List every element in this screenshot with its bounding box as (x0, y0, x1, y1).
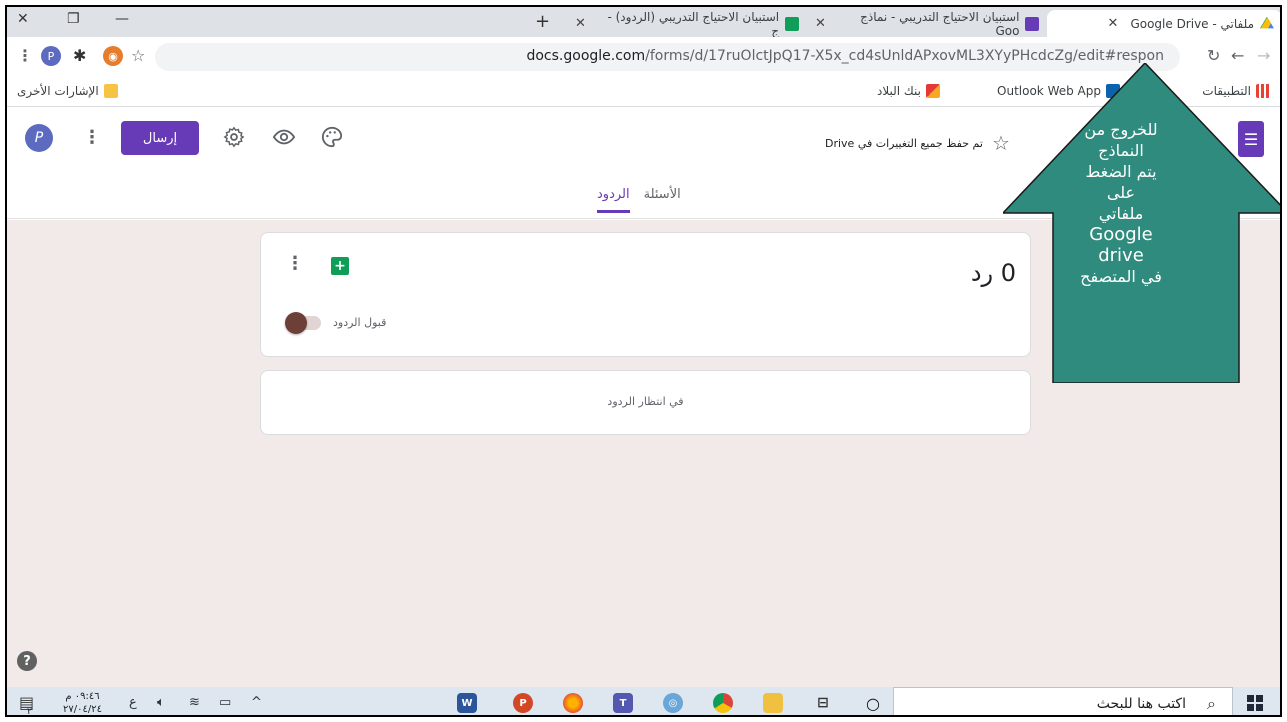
file-explorer-icon[interactable] (763, 693, 783, 713)
bookmark-label: بنك البلاد (876, 84, 921, 98)
callout-line: ملفاتي (1098, 204, 1144, 223)
bookmark-label: الإشارات الأخرى (17, 84, 99, 98)
tab-title: ملفاتي - Google Drive (1130, 16, 1254, 31)
extension-icon[interactable]: ◉ (103, 46, 123, 66)
close-tab-icon[interactable]: ✕ (575, 16, 586, 31)
clock-time: ٠٩:٤٦ م (65, 691, 100, 702)
volume-icon[interactable]: 🔈︎ (157, 695, 165, 710)
profile-avatar[interactable]: P (41, 46, 61, 66)
bookmark-other[interactable]: الإشارات الأخرى (17, 84, 118, 98)
task-view-icon[interactable]: ⊟ (813, 693, 833, 713)
firefox-app-icon[interactable] (563, 693, 583, 713)
input-language[interactable]: ع (129, 695, 137, 710)
folder-icon (103, 84, 118, 98)
cortana-icon[interactable]: ○ (863, 693, 883, 713)
google-sheets-icon[interactable]: + (331, 257, 349, 275)
help-icon[interactable]: ? (17, 651, 37, 671)
google-drive-icon (1260, 16, 1274, 29)
bookmark-albilad[interactable]: بنك البلاد (877, 84, 940, 98)
search-icon: ⌕ (1207, 694, 1216, 713)
taskbar-search-box[interactable]: ⌕ اكتب هنا للبحث (893, 687, 1233, 715)
send-button[interactable]: إرسال (121, 121, 199, 155)
minimize-window-icon[interactable]: — (115, 11, 129, 27)
waiting-responses-text: في انتظار الردود (607, 395, 684, 408)
callout-line: على (1106, 183, 1136, 202)
toggle-knob (285, 312, 307, 334)
save-status-text: تم حفظ جميع التغييرات في Drive (825, 137, 983, 150)
preview-eye-icon[interactable] (273, 126, 295, 148)
word-app-icon[interactable]: W (457, 693, 477, 713)
notification-count: ٢ (27, 707, 32, 717)
powerpoint-app-icon[interactable]: P (513, 693, 533, 713)
show-hidden-icons-chevron[interactable]: ^ (251, 695, 262, 710)
browser-tab-forms[interactable]: استبيان الاحتياج التدريبي - نماذج Goo ✕ (807, 9, 1047, 38)
teams-app-icon[interactable]: T (613, 693, 633, 713)
callout-line: Google (1089, 224, 1153, 245)
close-tab-icon[interactable]: ✕ (815, 16, 826, 31)
restore-window-icon[interactable]: ❐ (67, 11, 80, 27)
close-window-icon[interactable]: ✕ (17, 11, 29, 27)
callout-line: drive (1098, 245, 1144, 266)
new-tab-button[interactable]: + (535, 11, 550, 32)
chrome-app-icon[interactable] (713, 693, 733, 713)
tab-questions[interactable]: الأسئلة (644, 187, 681, 213)
settings-gear-icon[interactable] (223, 126, 245, 148)
callout-line: للخروج من (1084, 120, 1158, 139)
theme-palette-icon[interactable] (321, 126, 343, 148)
system-clock[interactable]: ٠٩:٤٦ م ٢٧/٠٤/٢٤ (63, 690, 102, 715)
callout-text: للخروج من النماذج يتم الضغط على ملفاتي G… (1065, 119, 1177, 287)
battery-icon[interactable]: ▭ (219, 695, 231, 710)
app-icon[interactable]: ◎ (663, 693, 683, 713)
browser-tab-sheets[interactable]: استبيان الاحتياج التدريبي (الردود) - ج ✕ (567, 9, 807, 38)
account-avatar[interactable]: P (25, 124, 53, 152)
callout-line: النماذج (1098, 141, 1144, 160)
extensions-puzzle-icon[interactable]: ✱ (73, 46, 86, 65)
wifi-icon[interactable]: ≋ (189, 695, 200, 710)
windows-start-icon[interactable] (1247, 695, 1263, 711)
more-options-icon[interactable]: ⋮ (83, 127, 101, 148)
tab-responses[interactable]: الردود (597, 187, 630, 213)
callout-line: يتم الضغط (1085, 162, 1157, 181)
forms-tabs: الأسئلة الردود (597, 187, 681, 213)
more-options-icon[interactable]: ⋮ (286, 253, 304, 274)
responses-summary-card: 0 رد ⋮ + قبول الردود (260, 232, 1031, 357)
clock-date: ٢٧/٠٤/٢٤ (63, 704, 102, 715)
screen-frame: ✕ ❐ — + استبيان الاحتياج التدريبي (الردو… (5, 5, 1282, 717)
waiting-card: في انتظار الردود (260, 370, 1031, 435)
browser-tab-strip: ✕ ❐ — + استبيان الاحتياج التدريبي (الردو… (7, 7, 1280, 38)
url-text: docs.google.com/forms/d/17ruOlctJpQ17-X5… (526, 48, 1164, 64)
bookmark-star-icon[interactable]: ☆ (131, 46, 145, 65)
google-forms-icon (1025, 16, 1039, 31)
accepting-responses-label: قبول الردود (333, 316, 387, 329)
close-tab-icon[interactable]: ✕ (1108, 16, 1119, 31)
windows-taskbar: ▤ ٢ ٠٩:٤٦ م ٢٧/٠٤/٢٤ ع 🔈︎ ≋ ▭ ^ W P T ◎ … (7, 687, 1280, 717)
browser-tab-drive[interactable]: ملفاتي - Google Drive ✕ (1047, 10, 1280, 37)
bank-albilad-icon (926, 84, 940, 98)
tab-title: استبيان الاحتياج التدريبي (الردود) - ج (607, 9, 780, 38)
browser-menu-icon[interactable]: ⋮ (17, 46, 33, 65)
tab-title: استبيان الاحتياج التدريبي - نماذج Goo (860, 9, 1020, 38)
accepting-responses-toggle[interactable] (285, 312, 321, 334)
search-placeholder: اكتب هنا للبحث (1096, 696, 1186, 712)
google-sheets-icon (785, 16, 799, 31)
callout-line: في المتصفح (1080, 267, 1162, 286)
